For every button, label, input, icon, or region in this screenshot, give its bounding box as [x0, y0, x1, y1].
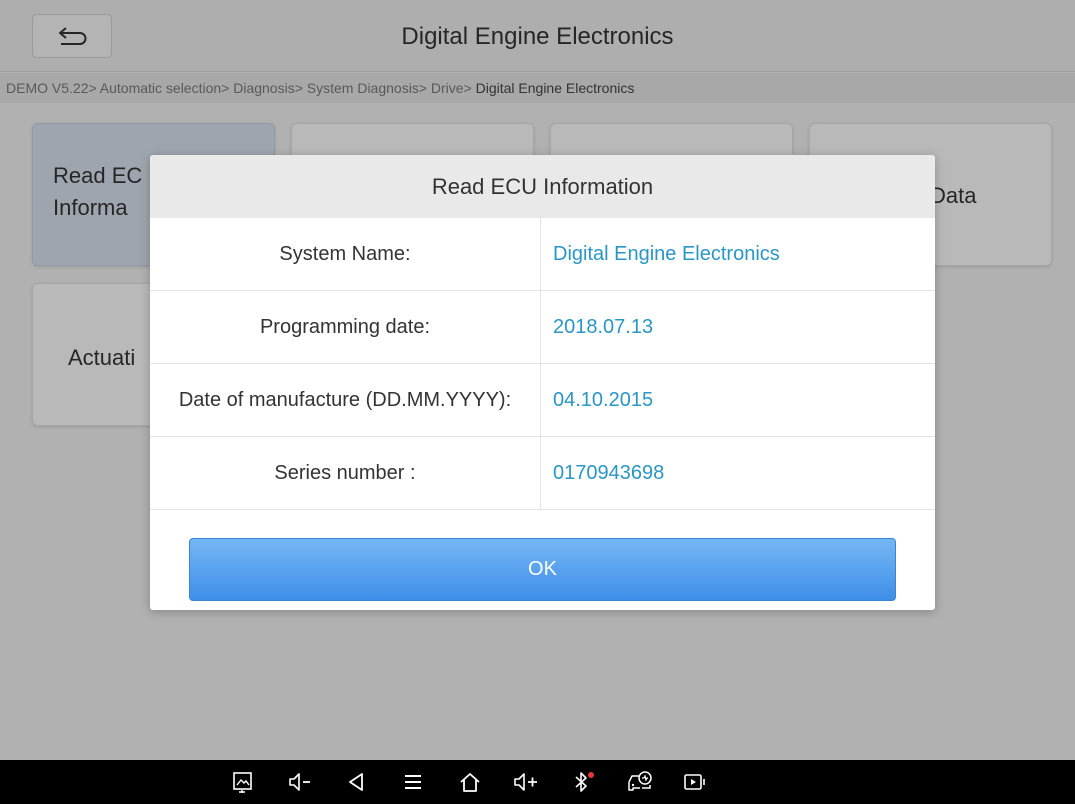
volume-up-icon[interactable]	[509, 760, 543, 804]
home-icon[interactable]	[453, 760, 487, 804]
info-row: Programming date: 2018.07.13	[150, 291, 935, 364]
ok-button[interactable]: OK	[189, 538, 896, 601]
info-value: 0170943698	[553, 462, 665, 484]
info-value: 2018.07.13	[553, 316, 654, 338]
info-row: Date of manufacture (DD.MM.YYYY): 04.10.…	[150, 364, 935, 437]
info-row: Series number : 0170943698	[150, 437, 935, 510]
info-label: Series number :	[150, 437, 541, 509]
info-value: 04.10.2015	[553, 389, 654, 411]
read-ecu-information-dialog: Read ECU Information System Name: Digita…	[150, 155, 935, 610]
bluetooth-icon[interactable]	[566, 760, 600, 804]
screen-record-icon[interactable]	[679, 760, 713, 804]
volume-down-icon[interactable]	[283, 760, 317, 804]
system-navigation-bar	[0, 760, 1075, 804]
info-value: Digital Engine Electronics	[553, 243, 780, 265]
back-icon[interactable]	[339, 760, 373, 804]
menu-icon[interactable]	[396, 760, 430, 804]
info-label: Date of manufacture (DD.MM.YYYY):	[150, 364, 541, 436]
info-label: System Name:	[150, 218, 541, 290]
bluetooth-status-dot	[588, 772, 594, 778]
info-label: Programming date:	[150, 291, 541, 363]
dialog-title: Read ECU Information	[150, 155, 935, 218]
screenshot-icon[interactable]	[226, 760, 260, 804]
info-row: System Name: Digital Engine Electronics	[150, 218, 935, 291]
vehicle-diagnostic-icon[interactable]	[623, 760, 657, 804]
